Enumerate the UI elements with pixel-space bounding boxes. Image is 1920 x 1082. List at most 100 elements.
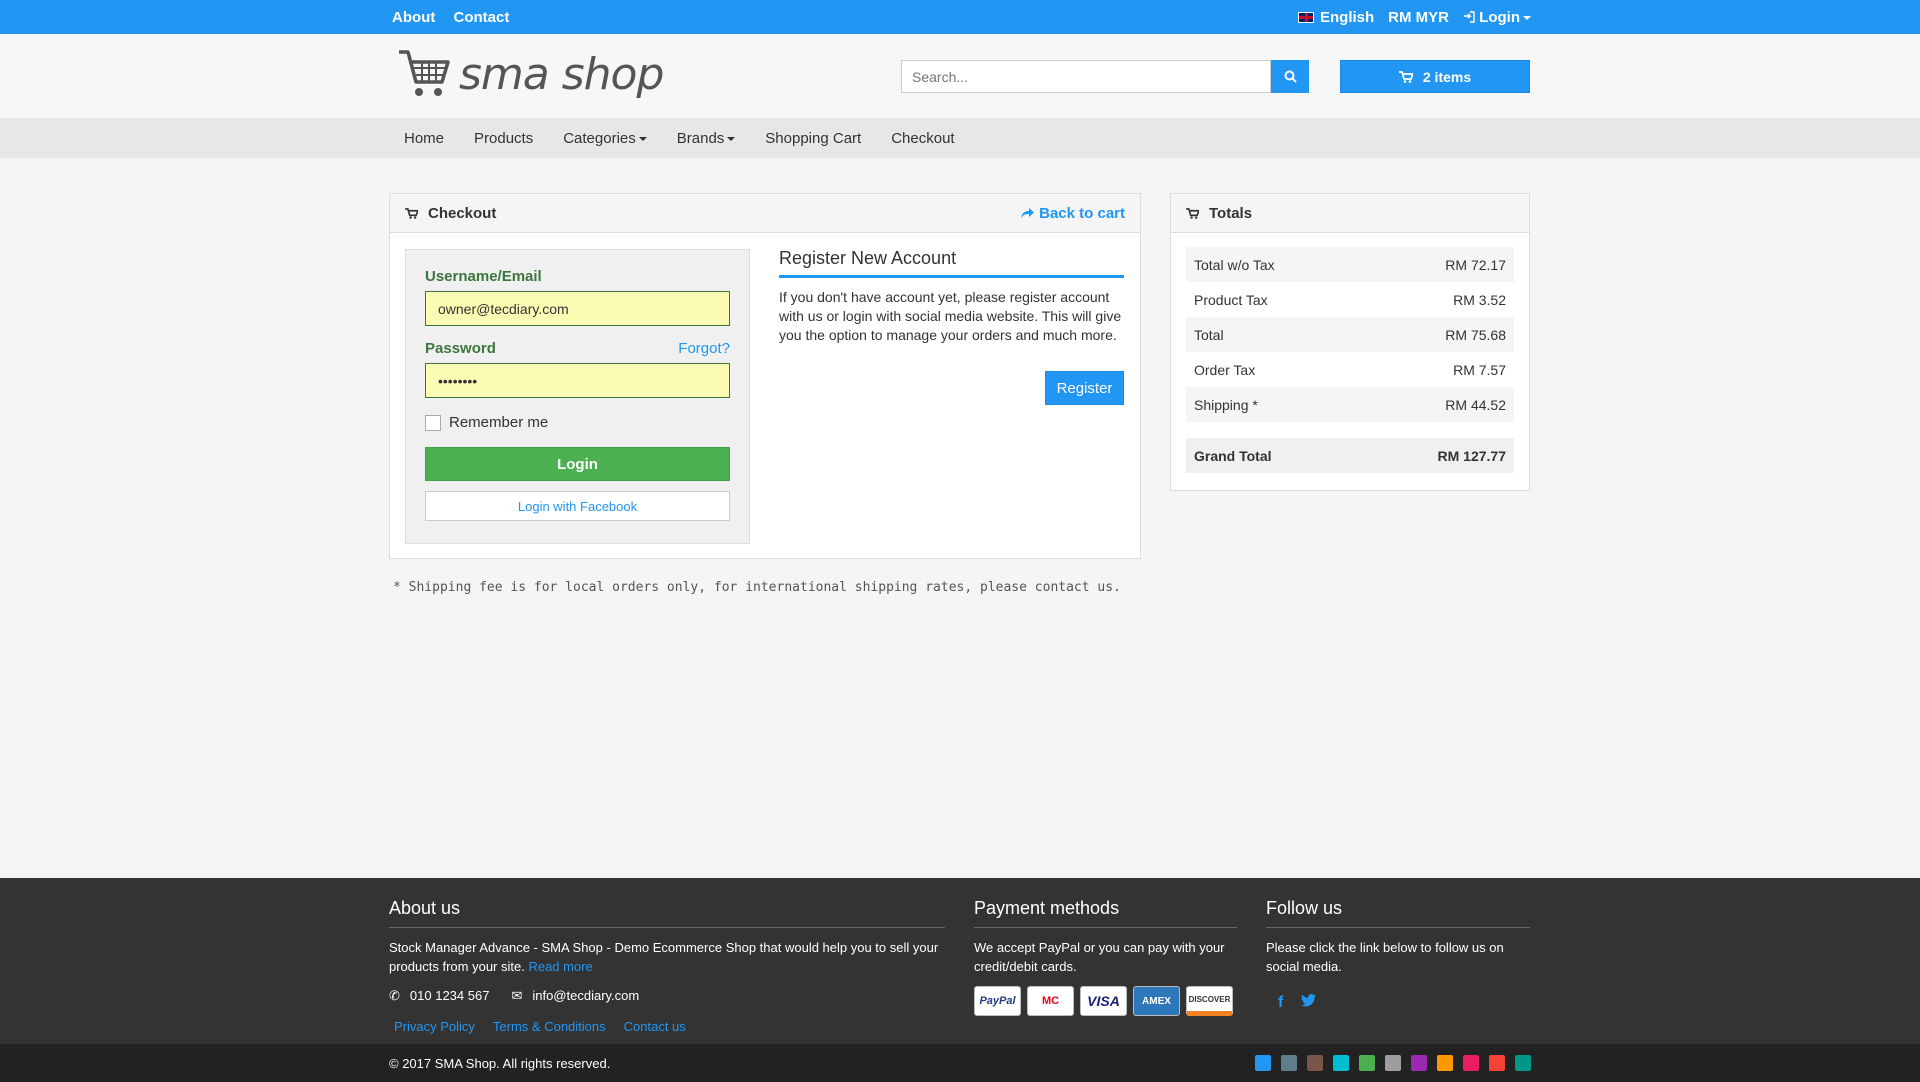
search-input[interactable] bbox=[901, 60, 1271, 93]
nav-categories-label: Categories bbox=[563, 129, 636, 147]
top-right: English RM MYR Login bbox=[1298, 9, 1531, 26]
follow-text: Please click the link below to follow us… bbox=[1266, 940, 1504, 974]
username-field[interactable]: owner@tecdiary.com bbox=[425, 291, 730, 326]
checkout-title-text: Checkout bbox=[428, 204, 497, 222]
nav-categories[interactable]: Categories bbox=[563, 130, 647, 147]
paypal-icon: PayPal bbox=[974, 986, 1021, 1016]
twitter-icon[interactable] bbox=[1301, 994, 1317, 1007]
theme-color-swatch[interactable] bbox=[1307, 1055, 1323, 1071]
logo-text: sma shop bbox=[459, 48, 664, 100]
envelope-icon: ✉ bbox=[511, 988, 523, 1003]
follow-title: Follow us bbox=[1266, 898, 1530, 928]
theme-color-swatch[interactable] bbox=[1281, 1055, 1297, 1071]
site-logo[interactable]: sma shop bbox=[397, 48, 664, 100]
row-label: Total bbox=[1194, 326, 1224, 343]
about-title: About us bbox=[389, 898, 945, 928]
top-links: About Contact bbox=[392, 9, 523, 26]
search-form bbox=[901, 60, 1309, 93]
uk-flag-icon bbox=[1298, 12, 1314, 24]
theme-color-swatch[interactable] bbox=[1255, 1055, 1271, 1071]
nav-home[interactable]: Home bbox=[404, 130, 444, 147]
back-to-cart-link[interactable]: Back to cart bbox=[1020, 205, 1125, 222]
login-label: Login bbox=[1479, 8, 1520, 26]
language-label: English bbox=[1320, 8, 1375, 26]
totals-panel: Totals Total w/o Tax RM 72.17 Product Tax… bbox=[1170, 193, 1530, 491]
privacy-policy-link[interactable]: Privacy Policy bbox=[394, 1019, 475, 1034]
nav-checkout[interactable]: Checkout bbox=[891, 130, 954, 147]
theme-color-swatch[interactable] bbox=[1437, 1055, 1453, 1071]
footer-payment: Payment methods We accept PayPal or you … bbox=[974, 898, 1237, 1016]
login-button[interactable]: Login bbox=[425, 447, 730, 481]
header: sma shop 2 items bbox=[0, 34, 1920, 118]
contact-link[interactable]: Contact bbox=[454, 9, 510, 26]
cart-logo-icon bbox=[399, 50, 450, 96]
amex-icon: AMEX bbox=[1133, 986, 1180, 1016]
top-bar: About Contact English RM MYR Login bbox=[0, 0, 1920, 34]
payment-title: Payment methods bbox=[974, 898, 1237, 928]
table-row: Product Tax RM 3.52 bbox=[1186, 282, 1514, 317]
row-label: Order Tax bbox=[1194, 361, 1256, 378]
row-value: RM 3.52 bbox=[1453, 291, 1506, 308]
totals-title: Totals bbox=[1186, 205, 1252, 222]
facebook-icon[interactable]: f bbox=[1278, 994, 1283, 1012]
read-more-link[interactable]: Read more bbox=[528, 959, 592, 974]
nav-shopping-cart[interactable]: Shopping Cart bbox=[765, 130, 861, 147]
cart-button[interactable]: 2 items bbox=[1340, 60, 1530, 93]
login-dropdown[interactable]: Login bbox=[1463, 9, 1531, 26]
theme-color-swatch[interactable] bbox=[1463, 1055, 1479, 1071]
forgot-password-link[interactable]: Forgot? bbox=[678, 340, 730, 357]
login-facebook-button[interactable]: Login with Facebook bbox=[425, 491, 730, 521]
theme-color-swatch[interactable] bbox=[1489, 1055, 1505, 1071]
register-text: If you don't have account yet, please re… bbox=[779, 289, 1122, 343]
nav-products[interactable]: Products bbox=[474, 130, 533, 147]
table-row: Total RM 75.68 bbox=[1186, 317, 1514, 352]
phone-icon: ✆ bbox=[389, 988, 400, 1003]
row-value: RM 72.17 bbox=[1445, 256, 1506, 273]
totals-header: Totals bbox=[1171, 194, 1529, 233]
search-button[interactable] bbox=[1271, 60, 1309, 93]
shipping-note: * Shipping fee is for local orders only,… bbox=[393, 580, 1121, 595]
about-link[interactable]: About bbox=[392, 9, 435, 26]
grand-total-value: RM 127.77 bbox=[1437, 447, 1506, 464]
totals-title-text: Totals bbox=[1209, 204, 1253, 222]
theme-color-swatch[interactable] bbox=[1411, 1055, 1427, 1071]
cart-icon bbox=[405, 207, 418, 219]
theme-color-swatch[interactable] bbox=[1359, 1055, 1375, 1071]
sign-in-icon bbox=[1464, 10, 1475, 23]
username-label: Username/Email bbox=[425, 268, 542, 285]
register-title: Register New Account bbox=[779, 248, 1124, 278]
visa-icon: VISA bbox=[1080, 986, 1127, 1016]
theme-color-swatch[interactable] bbox=[1515, 1055, 1531, 1071]
social-links: f bbox=[1266, 994, 1530, 1012]
cart-icon bbox=[1398, 70, 1413, 83]
language-selector[interactable]: English bbox=[1298, 9, 1374, 26]
grand-total-label: Grand Total bbox=[1194, 447, 1272, 464]
back-to-cart-label: Back to cart bbox=[1039, 204, 1125, 222]
chevron-down-icon bbox=[1523, 15, 1531, 20]
terms-link[interactable]: Terms & Conditions bbox=[493, 1019, 606, 1034]
about-text-block: Stock Manager Advance - SMA Shop - Demo … bbox=[389, 938, 945, 976]
nav-brands[interactable]: Brands bbox=[677, 130, 736, 147]
footer: About us Stock Manager Advance - SMA Sho… bbox=[0, 878, 1920, 1044]
cart-count: 2 items bbox=[1422, 68, 1472, 85]
row-value: RM 7.57 bbox=[1453, 361, 1506, 378]
email: ✉ info@tecdiary.com bbox=[511, 988, 639, 1004]
phone: ✆ 010 1234 567 bbox=[389, 988, 489, 1004]
row-label: Total w/o Tax bbox=[1194, 256, 1275, 273]
remember-me-checkbox[interactable] bbox=[425, 414, 441, 431]
theme-color-swatch[interactable] bbox=[1333, 1055, 1349, 1071]
register-button[interactable]: Register bbox=[1045, 371, 1124, 405]
remember-me-label: Remember me bbox=[449, 414, 549, 431]
theme-color-swatch[interactable] bbox=[1385, 1055, 1401, 1071]
phone-number: 010 1234 567 bbox=[409, 988, 490, 1003]
password-field[interactable]: •••••••• bbox=[425, 363, 730, 398]
checkout-panel: Checkout Back to cart Username/Email own… bbox=[389, 193, 1141, 559]
currency-selector[interactable]: RM MYR bbox=[1388, 9, 1449, 26]
email-address: info@tecdiary.com bbox=[532, 988, 640, 1003]
share-arrow-icon bbox=[1021, 208, 1035, 218]
grand-total-row: Grand Total RM 127.77 bbox=[1186, 438, 1514, 473]
nav-brands-label: Brands bbox=[676, 129, 725, 147]
row-value: RM 75.68 bbox=[1445, 326, 1506, 343]
table-row: Shipping * RM 44.52 bbox=[1186, 387, 1514, 422]
contact-us-link[interactable]: Contact us bbox=[624, 1019, 686, 1034]
